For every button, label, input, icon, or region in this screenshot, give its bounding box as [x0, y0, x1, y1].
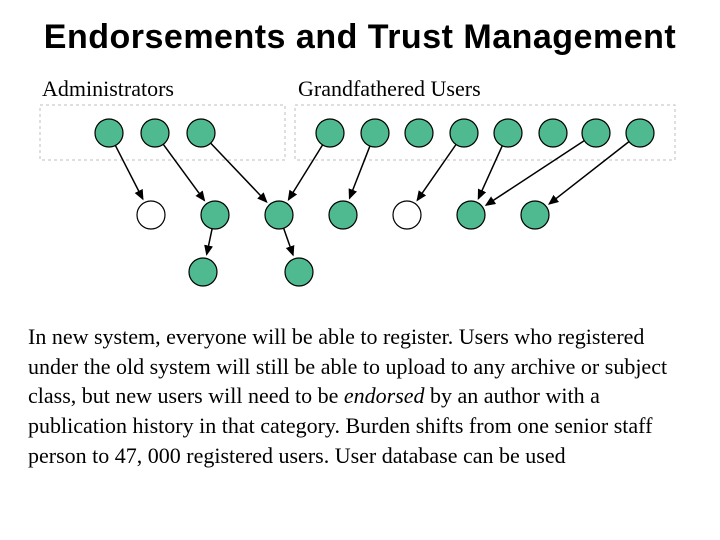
new-user-node [393, 201, 421, 229]
admin-node [141, 119, 169, 147]
endorsement-arrow [478, 146, 502, 199]
endorsement-arrow [289, 145, 323, 200]
endorsement-arrow [211, 143, 267, 202]
new-user-node [189, 258, 217, 286]
endorsement-arrow [284, 228, 293, 255]
endorsement-arrow [549, 142, 629, 204]
new-user-node [521, 201, 549, 229]
endorsement-arrow [115, 145, 142, 199]
new-user-node [137, 201, 165, 229]
endorsement-arrow [350, 146, 370, 198]
new-user-node [265, 201, 293, 229]
new-user-node [457, 201, 485, 229]
slide: Endorsements and Trust Management Admini… [0, 0, 720, 540]
grandfathered-node [361, 119, 389, 147]
grandfathered-node [494, 119, 522, 147]
endorsement-arrow [207, 229, 212, 255]
grandfathered-node [405, 119, 433, 147]
body-paragraph: In new system, everyone will be able to … [28, 322, 692, 470]
new-user-node [201, 201, 229, 229]
new-user-node [285, 258, 313, 286]
new-user-node [329, 201, 357, 229]
grandfathered-node [450, 119, 478, 147]
body-emphasis: endorsed [344, 383, 425, 408]
endorsement-arrow [417, 144, 456, 200]
grandfathered-node [626, 119, 654, 147]
grandfathered-node [316, 119, 344, 147]
box-grandfathered [295, 105, 675, 160]
admin-node [187, 119, 215, 147]
admin-node [95, 119, 123, 147]
grandfathered-node [582, 119, 610, 147]
endorsement-arrow [163, 144, 204, 200]
grandfathered-node [539, 119, 567, 147]
